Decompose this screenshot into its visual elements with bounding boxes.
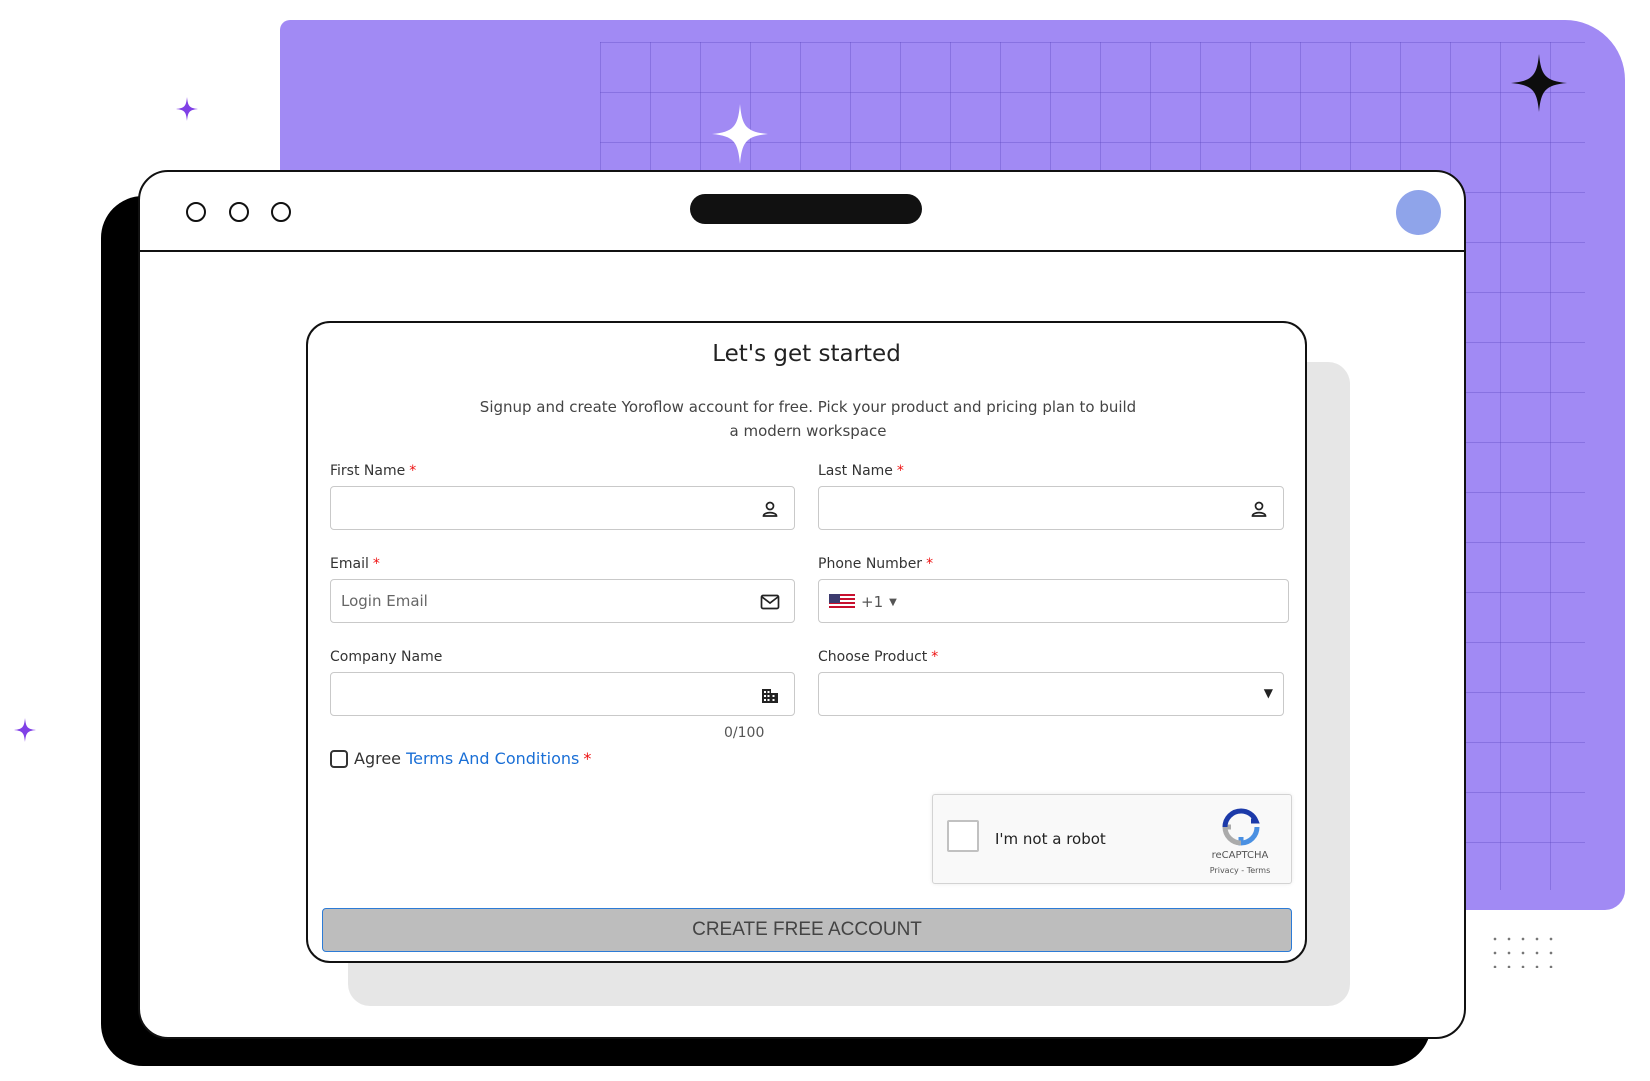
window-control-dot[interactable] [271,202,291,222]
email-label: Email * [330,556,380,572]
company-label: Company Name [330,649,442,665]
page-title: Let's get started [712,341,901,367]
subtitle-line: Signup and create Yoroflow account for f… [479,398,1137,416]
required-mark: * [583,749,592,768]
recaptcha-widget: I'm not a robot reCAPTCHA Privacy - Term… [932,794,1292,884]
email-placeholder: Login Email [341,592,428,610]
phone-number-field[interactable]: +1 ▼ [818,579,1289,623]
recaptcha-links[interactable]: Privacy - Terms [1197,866,1283,875]
caret-down-icon: ▼ [889,596,897,608]
window-control-dot[interactable] [229,202,249,222]
signup-card: Let's get started Signup and create Yoro… [306,321,1307,963]
last-name-label-text: Last Name [818,463,893,479]
page-subtitle: Signup and create Yoroflow account for f… [458,395,1158,443]
recaptcha-checkbox[interactable] [947,820,979,852]
agree-text: Agree [354,749,402,768]
email-label-text: Email [330,556,369,572]
small-purple-sparkle-icon [176,97,198,121]
agree-terms: Agree Terms And Conditions * [354,749,591,768]
choose-product-select[interactable]: ▼ [818,672,1284,716]
create-account-button[interactable]: CREATE FREE ACCOUNT [322,908,1292,952]
person-icon [762,501,778,517]
recaptcha-label: I'm not a robot [995,830,1106,848]
product-label-text: Choose Product [818,649,928,665]
phone-label-text: Phone Number [818,556,923,572]
character-counter: 0/100 [724,725,765,741]
first-name-label: First Name * [330,463,416,479]
avatar[interactable] [1396,190,1441,235]
recaptcha-logo-icon [1222,808,1260,846]
phone-label: Phone Number * [818,556,933,572]
required-mark: * [409,463,417,479]
window-titlebar [140,172,1464,252]
dropdown-arrow-icon: ▼ [1263,686,1273,700]
person-icon [1251,501,1267,517]
last-name-label: Last Name * [818,463,904,479]
dot-pattern [1488,932,1558,968]
required-mark: * [896,463,904,479]
dial-code: +1 [861,593,884,611]
mail-icon [760,594,780,610]
address-bar [690,194,922,224]
terms-link[interactable]: Terms And Conditions [406,749,579,768]
agree-checkbox[interactable] [330,750,348,768]
window-control-dot[interactable] [186,202,206,222]
first-name-label-text: First Name [330,463,406,479]
white-sparkle-icon [712,104,768,164]
subtitle-line: a modern workspace [729,422,887,440]
building-icon [762,689,778,703]
black-sparkle-icon [1511,54,1567,112]
small-purple-sparkle-icon-2 [14,718,36,742]
product-label: Choose Product * [818,649,938,665]
last-name-field[interactable] [818,486,1284,530]
us-flag-icon [829,594,855,610]
email-field[interactable]: Login Email [330,579,795,623]
required-mark: * [931,649,939,665]
company-label-text: Company Name [330,649,443,665]
required-mark: * [372,556,380,572]
first-name-field[interactable] [330,486,795,530]
country-code-selector[interactable]: +1 ▼ [829,593,897,611]
recaptcha-brand: reCAPTCHA [1211,850,1269,861]
company-name-field[interactable] [330,672,795,716]
required-mark: * [926,556,934,572]
